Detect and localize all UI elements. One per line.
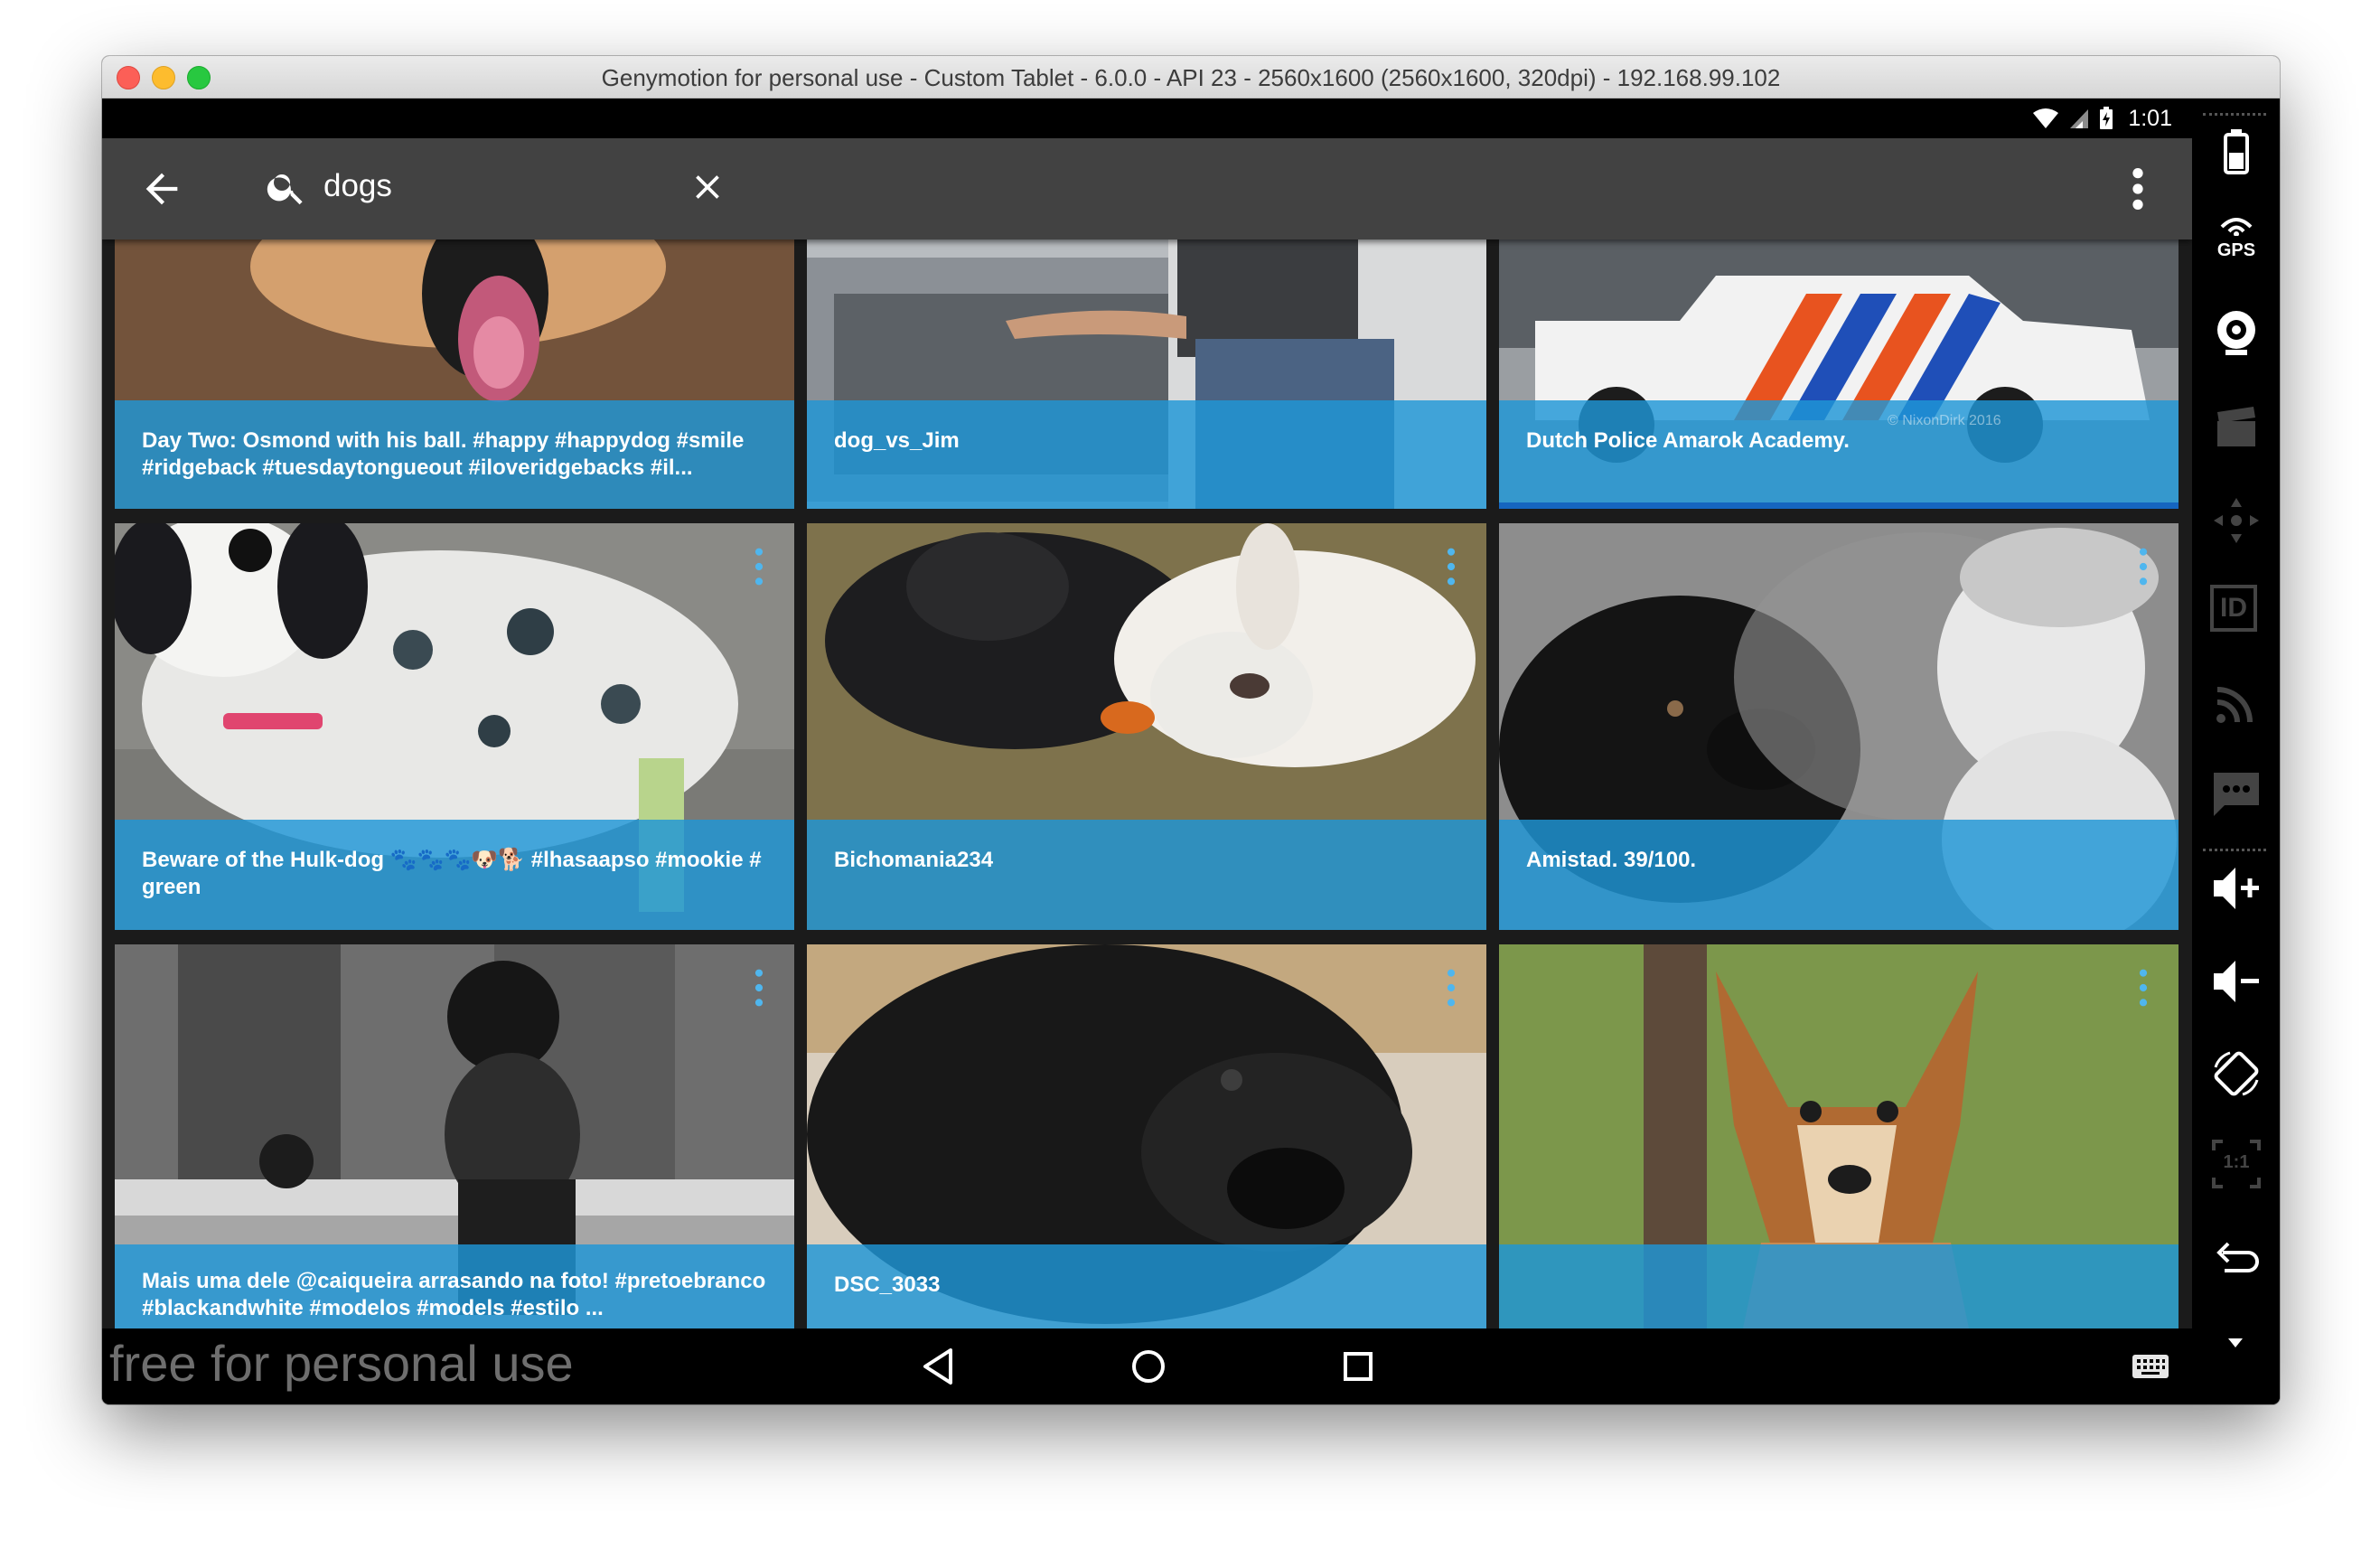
photo-caption: Beware of the Hulk-dog 🐾🐾🐾🐶🐕 #lhasaapso …: [142, 848, 762, 899]
more-vert-icon[interactable]: [2126, 165, 2150, 212]
photo-card[interactable]: Mais uma dele @caiqueira arrasando na fo…: [115, 944, 794, 1328]
photo-card[interactable]: Beware of the Hulk-dog 🐾🐾🐾🐶🐕 #lhasaapso …: [115, 523, 794, 930]
pixel-perfect-button[interactable]: 1:1: [2210, 1138, 2263, 1190]
photo-card[interactable]: [1499, 944, 2179, 1328]
network-icon[interactable]: [2210, 677, 2263, 729]
photo-caption: Dutch Police Amarok Academy.: [1526, 428, 1850, 453]
battery-charging-icon: [2100, 107, 2113, 129]
more-vert-icon[interactable]: [1445, 968, 1457, 1008]
photo-card[interactable]: DSC_3033: [807, 944, 1486, 1328]
nav-back-icon[interactable]: [920, 1347, 956, 1386]
photo-caption: Mais uma dele @caiqueira arrasando na fo…: [142, 1269, 766, 1320]
photo-grid: Day Two: Osmond with his ball. #happy #h…: [102, 239, 2192, 1328]
photo-card[interactable]: dog_vs_Jim: [807, 239, 1486, 509]
photo-card[interactable]: Amistad. 39/100.: [1499, 523, 2179, 930]
volume-up-icon[interactable]: [2210, 862, 2263, 915]
android-screen: 1:01 Day Two: Osmo: [102, 99, 2192, 1404]
signal-icon: [2070, 109, 2089, 128]
gps-button[interactable]: GPS: [2210, 216, 2263, 268]
more-vert-icon[interactable]: [2137, 968, 2150, 1008]
device-id-button[interactable]: ID: [2210, 585, 2263, 637]
sidebar-divider: [2203, 849, 2266, 851]
photo-card[interactable]: Day Two: Osmond with his ball. #happy #h…: [115, 239, 794, 509]
sidebar-divider: [2203, 113, 2266, 116]
keyboard-icon[interactable]: [2132, 1354, 2169, 1379]
photo-caption: dog_vs_Jim: [834, 428, 960, 453]
webcam-icon[interactable]: [2210, 306, 2263, 359]
photo-caption: Day Two: Osmond with his ball. #happy #h…: [142, 428, 745, 480]
nav-home-icon[interactable]: [1129, 1347, 1168, 1386]
photo-caption: Amistad. 39/100.: [1526, 848, 1697, 872]
photo-card[interactable]: © NixonDirk 2016 Dutch Police Amarok Aca…: [1499, 239, 2179, 509]
photo-card[interactable]: Bichomania234: [807, 523, 1486, 930]
close-icon[interactable]: [688, 167, 727, 207]
wifi-icon: [2033, 108, 2059, 128]
window-titlebar[interactable]: Genymotion for personal use - Custom Tab…: [102, 56, 2280, 99]
status-time: 1:01: [2128, 105, 2172, 131]
dpad-icon[interactable]: [2210, 494, 2263, 547]
battery-icon[interactable]: [2210, 126, 2263, 178]
back-icon[interactable]: [2210, 1233, 2263, 1285]
gps-icon: [2220, 218, 2253, 237]
more-vert-icon[interactable]: [753, 968, 765, 1008]
search-toolbar: [102, 138, 2192, 239]
gps-label: GPS: [2216, 240, 2256, 260]
window-title: Genymotion for personal use - Custom Tab…: [601, 64, 1781, 91]
collapse-icon[interactable]: [2226, 1337, 2244, 1349]
genymotion-toolbar: GPS ID 1:1: [2192, 99, 2280, 1404]
search-icon: [267, 174, 303, 205]
personal-use-watermark: free for personal use: [109, 1335, 574, 1392]
scale-label: 1:1: [2223, 1152, 2250, 1172]
selected-indicator: [1499, 502, 2179, 509]
status-bar: 1:01: [102, 99, 2192, 138]
search-input[interactable]: [322, 167, 669, 205]
device-id-label: ID: [2210, 585, 2257, 632]
back-arrow-icon[interactable]: [138, 165, 185, 212]
more-vert-icon[interactable]: [753, 547, 765, 587]
nav-recents-icon[interactable]: [1340, 1348, 1376, 1385]
photo-caption: Bichomania234: [834, 848, 994, 872]
photo-caption: DSC_3033: [834, 1272, 941, 1297]
genymotion-window: Genymotion for personal use - Custom Tab…: [102, 56, 2280, 1404]
capture-icon[interactable]: [2210, 401, 2263, 454]
navigation-bar: free for personal use: [102, 1328, 2192, 1404]
rotate-icon[interactable]: [2210, 1047, 2263, 1100]
more-vert-icon[interactable]: [1445, 547, 1457, 587]
more-vert-icon[interactable]: [2137, 547, 2150, 587]
sms-icon[interactable]: [2210, 767, 2263, 820]
volume-down-icon[interactable]: [2210, 955, 2263, 1008]
